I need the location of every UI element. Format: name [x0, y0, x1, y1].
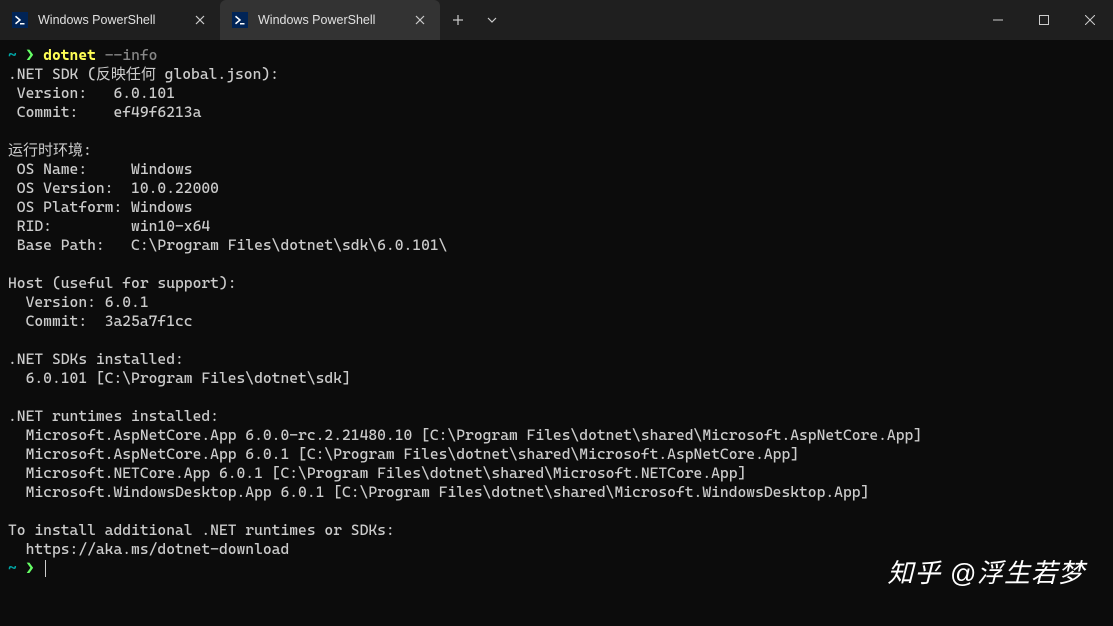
- tab-dropdown-button[interactable]: [476, 0, 508, 40]
- output-line: Microsoft.AspNetCore.App 6.0.1 [C:\Progr…: [8, 445, 799, 463]
- output-line: To install additional .NET runtimes or S…: [8, 521, 395, 539]
- powershell-icon: [232, 12, 248, 28]
- output-line: Version: 6.0.1: [8, 293, 149, 311]
- tab-powershell-1[interactable]: Windows PowerShell: [0, 0, 220, 40]
- command: dotnet: [43, 46, 96, 64]
- output-line: RID: win10-x64: [8, 217, 210, 235]
- output-line: https://aka.ms/dotnet-download: [8, 540, 289, 558]
- close-icon[interactable]: [192, 12, 208, 28]
- powershell-icon: [12, 12, 28, 28]
- output-line: Host (useful for support):: [8, 274, 237, 292]
- titlebar-drag-area[interactable]: [508, 0, 975, 40]
- tab-title: Windows PowerShell: [258, 13, 402, 27]
- minimize-icon: [993, 15, 1003, 25]
- output-line: OS Platform: Windows: [8, 198, 193, 216]
- titlebar: Windows PowerShell Windows PowerShell: [0, 0, 1113, 40]
- prompt-tilde: ~: [8, 559, 17, 577]
- close-icon: [1085, 15, 1095, 25]
- output-line: Version: 6.0.101: [8, 84, 175, 102]
- maximize-icon: [1039, 15, 1049, 25]
- prompt-arrow: ❯: [26, 46, 35, 64]
- tab-powershell-2[interactable]: Windows PowerShell: [220, 0, 440, 40]
- output-line: 6.0.101 [C:\Program Files\dotnet\sdk]: [8, 369, 351, 387]
- output-line: .NET SDK (反映任何 global.json):: [8, 65, 279, 83]
- cursor: [45, 560, 46, 577]
- tab-title: Windows PowerShell: [38, 13, 182, 27]
- output-line: .NET runtimes installed:: [8, 407, 219, 425]
- output-line: Microsoft.WindowsDesktop.App 6.0.1 [C:\P…: [8, 483, 869, 501]
- watermark: 知乎 @浮生若梦: [887, 553, 1085, 590]
- prompt-arrow: ❯: [26, 559, 35, 577]
- maximize-button[interactable]: [1021, 0, 1067, 40]
- prompt-tilde: ~: [8, 46, 17, 64]
- close-icon[interactable]: [412, 12, 428, 28]
- minimize-button[interactable]: [975, 0, 1021, 40]
- output-line: Microsoft.AspNetCore.App 6.0.0-rc.2.2148…: [8, 426, 922, 444]
- output-line: OS Version: 10.0.22000: [8, 179, 219, 197]
- window-controls: [975, 0, 1113, 40]
- output-line: .NET SDKs installed:: [8, 350, 184, 368]
- chevron-down-icon: [487, 17, 497, 23]
- close-window-button[interactable]: [1067, 0, 1113, 40]
- output-line: Commit: ef49f6213a: [8, 103, 201, 121]
- new-tab-button[interactable]: [440, 0, 476, 40]
- output-line: Microsoft.NETCore.App 6.0.1 [C:\Program …: [8, 464, 746, 482]
- output-line: Commit: 3a25a7f1cc: [8, 312, 193, 330]
- command-arg: --info: [105, 46, 158, 64]
- plus-icon: [452, 14, 464, 26]
- output-line: 运行时环境:: [8, 141, 92, 159]
- output-line: OS Name: Windows: [8, 160, 193, 178]
- terminal-output[interactable]: ~ ❯ dotnet --info .NET SDK (反映任何 global.…: [0, 40, 1113, 586]
- output-line: Base Path: C:\Program Files\dotnet\sdk\6…: [8, 236, 447, 254]
- tabs-container: Windows PowerShell Windows PowerShell: [0, 0, 440, 40]
